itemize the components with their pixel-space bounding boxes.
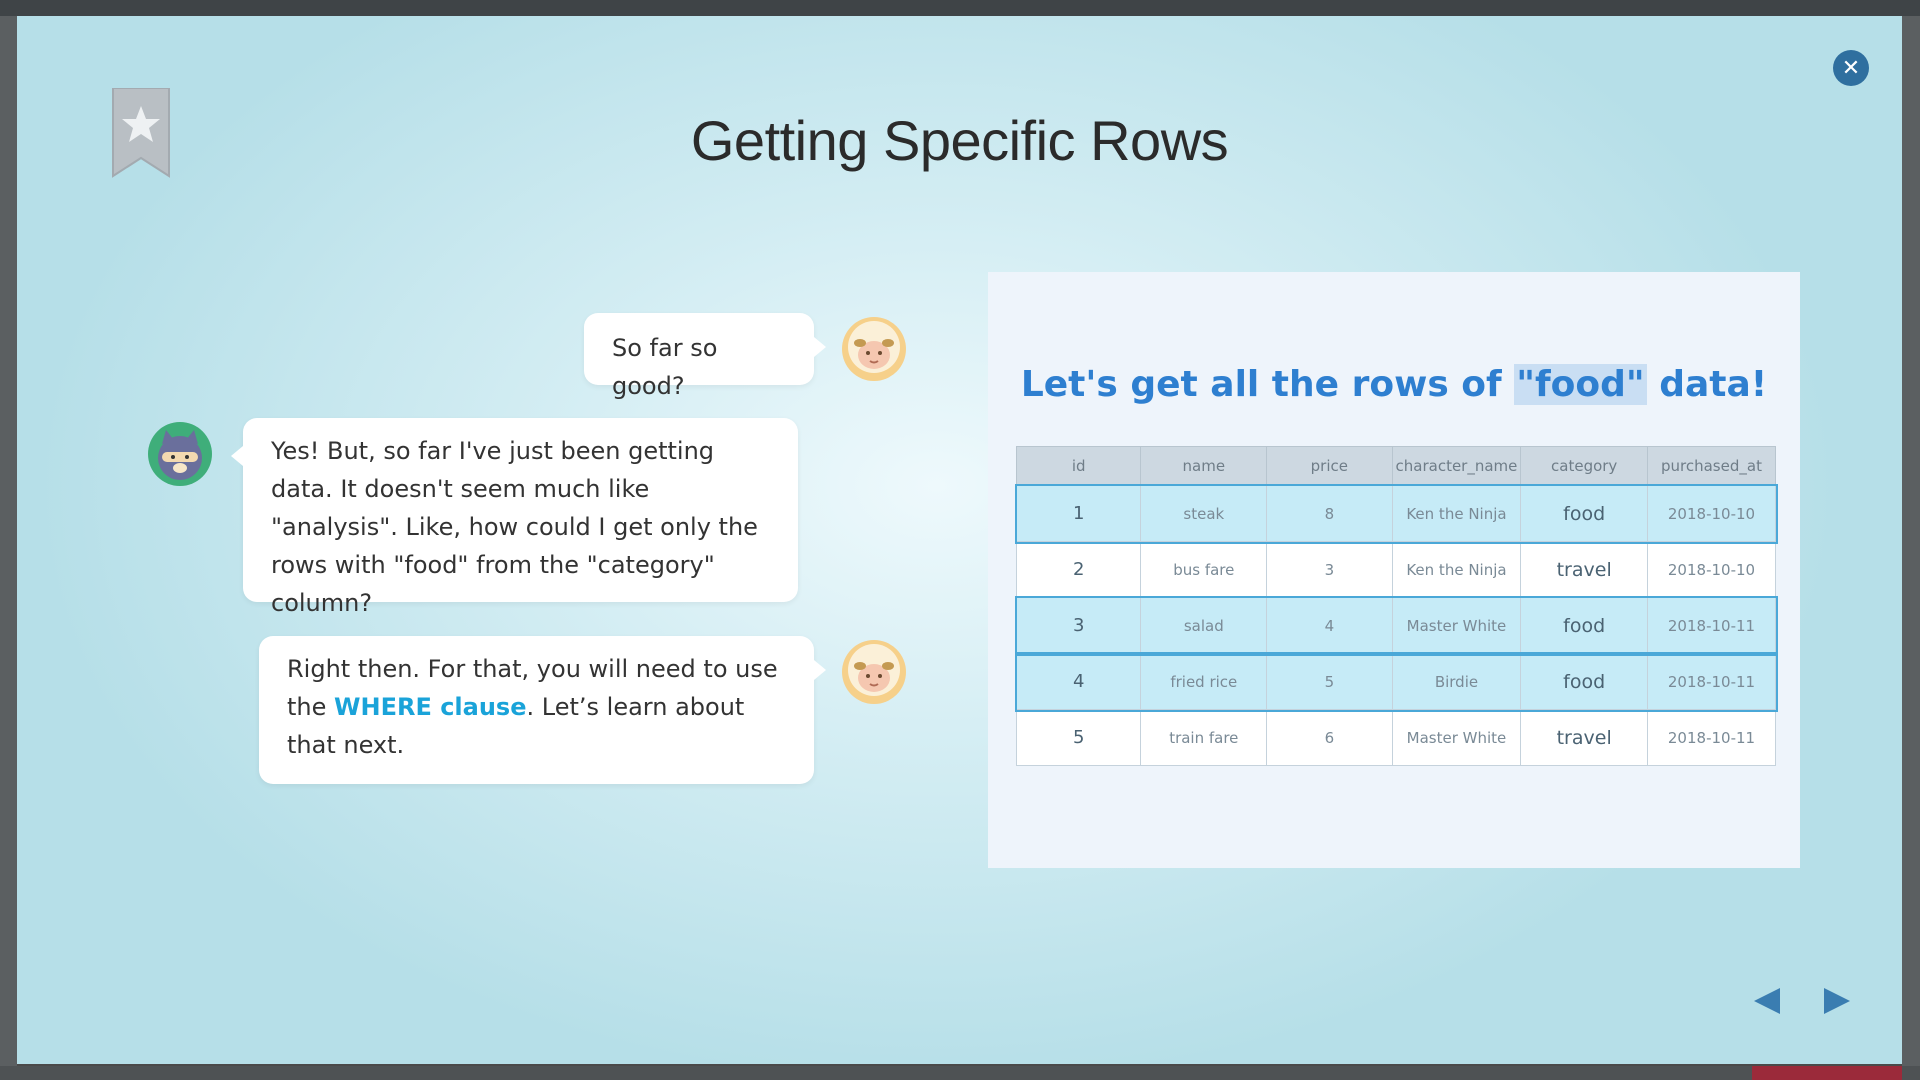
panel-heading: Let's get all the rows of "food" data! [988, 364, 1800, 405]
background-top-bar [0, 0, 1920, 16]
table-cell: train fare [1140, 709, 1268, 766]
panel-heading-text: data! [1646, 364, 1768, 405]
table-cell: Ken the Ninja [1391, 485, 1522, 542]
table-cell: travel [1520, 541, 1648, 598]
chat-bubble-ninja-cat: Yes! But, so far I've just been getting … [231, 418, 798, 617]
table-cell: food [1520, 485, 1648, 542]
table-cell: 2018-10-11 [1646, 709, 1777, 766]
table-cell: food [1520, 653, 1648, 710]
chat-bubble-sheep-2: Right then. For that, you will need to u… [259, 636, 826, 784]
table-cell: salad [1140, 597, 1268, 654]
next-arrow-icon[interactable] [1820, 984, 1854, 1018]
table-row: 3 salad 4 Master White food 2018-10-11 [1014, 595, 1778, 656]
table-cell: bus fare [1140, 541, 1268, 598]
column-header: price [1266, 446, 1393, 486]
table-cell: 6 [1266, 709, 1393, 766]
purchases-table: id name price character_name category pu… [1014, 446, 1778, 766]
table-cell: 4 [1015, 653, 1142, 710]
panel-heading-text: Let's get all the rows of [1020, 364, 1515, 405]
table-cell: travel [1520, 709, 1648, 766]
column-header: category [1520, 446, 1648, 486]
sheep-avatar-icon [842, 317, 906, 381]
chat-bubble-sheep-1: So far so good? [584, 313, 826, 400]
column-header: name [1140, 446, 1268, 486]
background-left-strip [0, 16, 17, 1080]
table-cell: 2018-10-10 [1646, 485, 1777, 542]
table-cell: Master White [1391, 597, 1522, 654]
contact-us-button[interactable] [1752, 1066, 1902, 1080]
sheep-avatar-icon [842, 640, 906, 704]
close-button[interactable]: ✕ [1833, 50, 1869, 86]
chat-text: Yes! But, so far I've just been getting … [271, 437, 758, 617]
column-header: character_name [1391, 446, 1522, 486]
table-cell: food [1520, 597, 1648, 654]
chat-text: So far so good? [612, 334, 718, 400]
prev-arrow-icon[interactable] [1750, 984, 1784, 1018]
table-cell: 8 [1266, 485, 1393, 542]
table-row: 5 train fare 6 Master White travel 2018-… [1015, 709, 1777, 766]
panel-heading-highlight: "food" [1514, 364, 1647, 405]
page-title: Getting Specific Rows [690, 109, 1229, 172]
table-cell: 3 [1015, 597, 1142, 654]
table-cell: steak [1140, 485, 1268, 542]
table-cell: 5 [1266, 653, 1393, 710]
table-cell: Ken the Ninja [1391, 541, 1522, 598]
where-clause-keyword: WHERE clause [334, 693, 527, 721]
table-cell: 2 [1015, 541, 1142, 598]
table-cell: 1 [1015, 485, 1142, 542]
table-cell: 3 [1266, 541, 1393, 598]
close-icon: ✕ [1841, 55, 1861, 81]
table-cell: Master White [1391, 709, 1522, 766]
lesson-slide-modal: ✕ Getting Specific Rows So far so good? … [17, 16, 1902, 1064]
background-right-strip [1902, 16, 1920, 1080]
table-header-row: id name price character_name category pu… [1015, 446, 1777, 486]
table-cell: 2018-10-10 [1646, 541, 1777, 598]
table-cell: fried rice [1140, 653, 1268, 710]
table-cell: 2018-10-11 [1646, 597, 1777, 654]
table-cell: Birdie [1391, 653, 1522, 710]
table-row: 1 steak 8 Ken the Ninja food 2018-10-10 [1014, 483, 1778, 544]
column-header: id [1015, 446, 1142, 486]
example-panel: Let's get all the rows of "food" data! i… [988, 272, 1800, 868]
table-cell: 2018-10-11 [1646, 653, 1777, 710]
column-header: purchased_at [1646, 446, 1777, 486]
ninja-cat-avatar-icon [148, 422, 212, 486]
table-row: 2 bus fare 3 Ken the Ninja travel 2018-1… [1015, 541, 1777, 598]
table-row: 4 fried rice 5 Birdie food 2018-10-11 [1014, 651, 1778, 712]
table-cell: 4 [1266, 597, 1393, 654]
table-cell: 5 [1015, 709, 1142, 766]
background-bottom-bar [0, 1066, 1920, 1080]
